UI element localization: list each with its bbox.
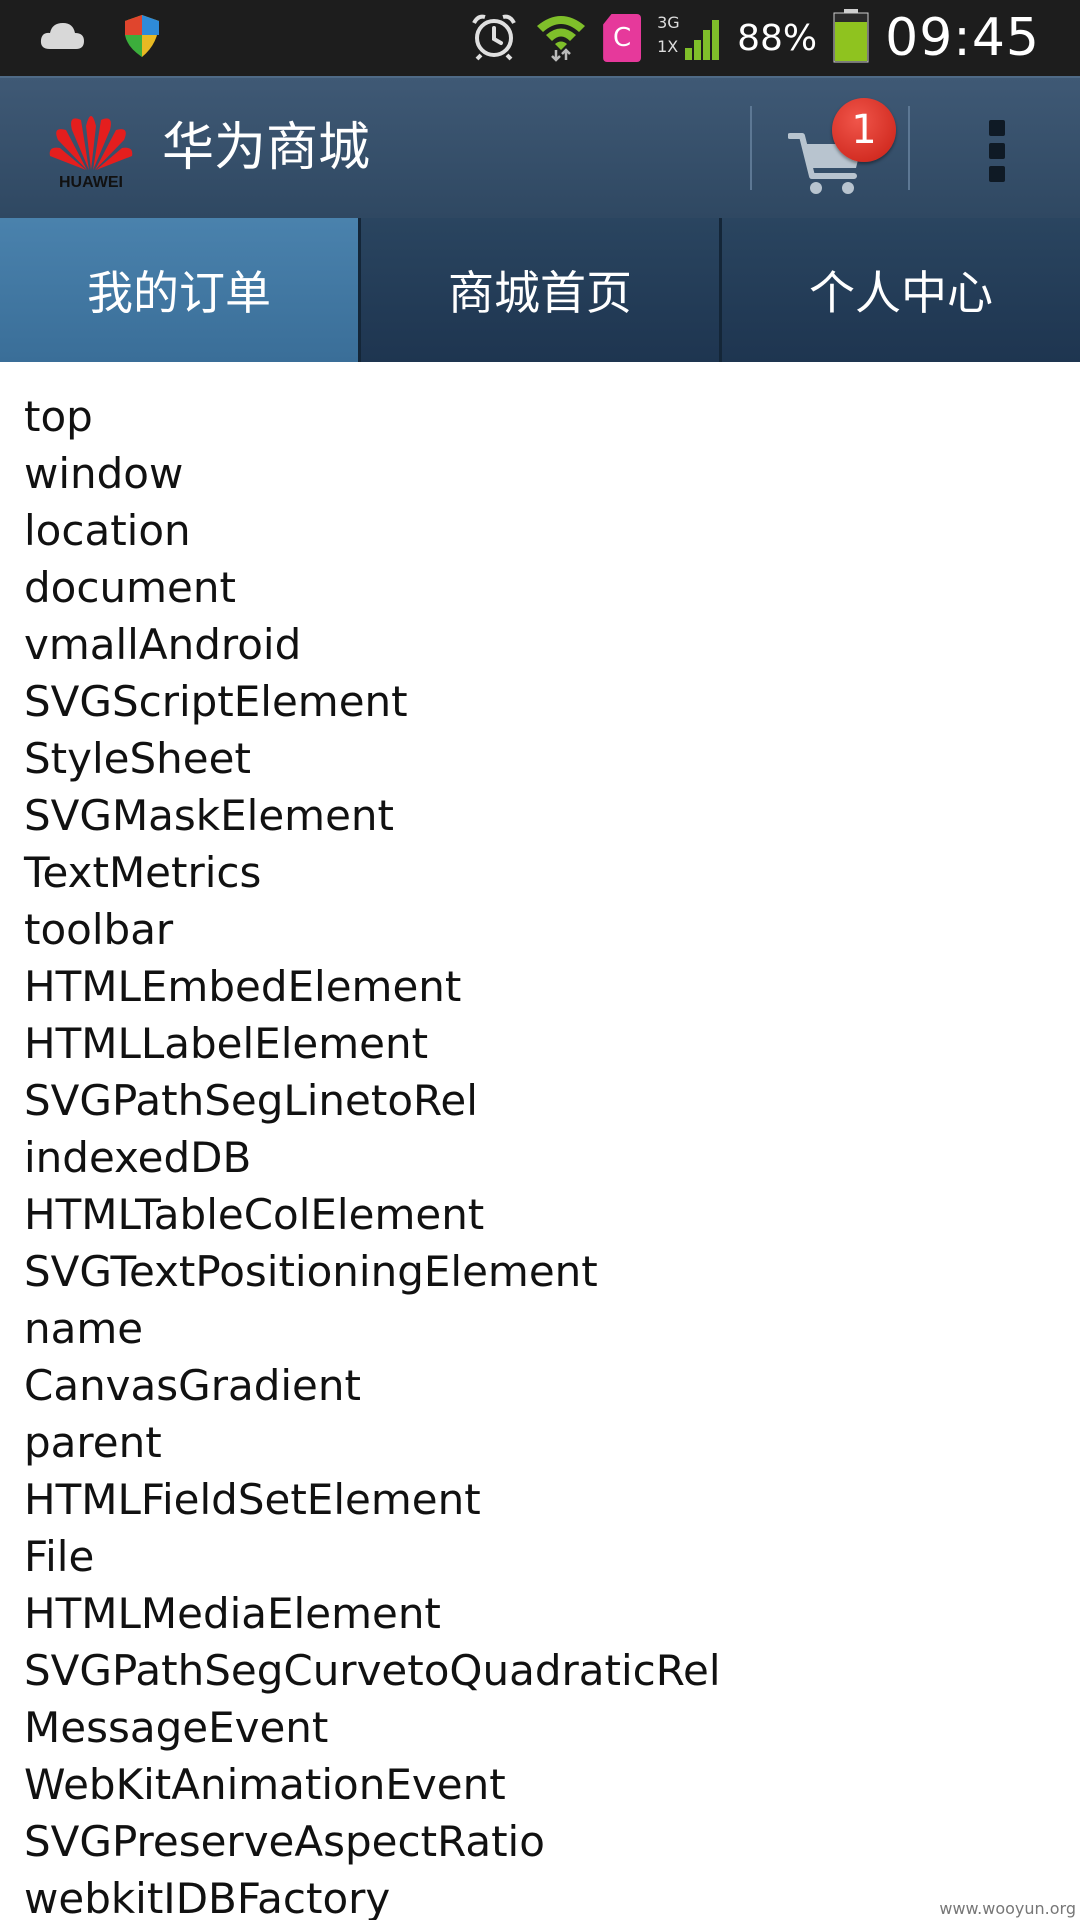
cart-badge: 1 [832, 98, 896, 162]
list-item: SVGPathSegCurvetoQuadraticRel [24, 1646, 721, 1695]
action-bar-divider [750, 106, 752, 190]
list-item: webkitIDBFactory [24, 1874, 391, 1920]
battery-percent: 88% [737, 17, 818, 59]
list-item: File [24, 1532, 95, 1581]
tab-bar: 我的订单 商城首页 个人中心 [0, 218, 1080, 362]
action-bar: HUAWEI 华为商城 1 [0, 76, 1080, 218]
list-item: vmallAndroid [24, 620, 302, 669]
tab-my-orders[interactable]: 我的订单 [0, 218, 361, 362]
list-item: HTMLEmbedElement [24, 962, 462, 1011]
list-item: CanvasGradient [24, 1361, 361, 1410]
list-item: HTMLTableColElement [24, 1190, 485, 1239]
list-item: location [24, 506, 191, 555]
overflow-dot [989, 143, 1005, 159]
list-item: HTMLFieldSetElement [24, 1475, 481, 1524]
list-item: SVGScriptElement [24, 677, 408, 726]
status-bar-right: C 3G 1X 88% 09:45 [469, 8, 1040, 68]
list-item: WebKitAnimationEvent [24, 1760, 506, 1809]
app-title: 华为商城 [162, 118, 371, 178]
overflow-dot [989, 120, 1005, 136]
list-item: SVGMaskElement [24, 791, 395, 840]
shield-icon [122, 13, 162, 63]
list-item: indexedDB [24, 1133, 252, 1182]
huawei-logo-icon[interactable]: HUAWEI [46, 104, 136, 194]
tab-mall-home[interactable]: 商城首页 [361, 218, 722, 362]
overflow-dot [989, 166, 1005, 182]
status-bar-left [38, 12, 162, 64]
list-item: top [24, 392, 93, 441]
sim-card-icon: C [603, 14, 642, 62]
list-item: SVGPathSegLinetoRel [24, 1076, 478, 1125]
cloud-icon [38, 19, 86, 57]
list-item: SVGTextPositioningElement [24, 1247, 598, 1296]
clock: 09:45 [885, 8, 1040, 68]
wifi-icon [535, 10, 587, 66]
list-item: SVGPreserveAspectRatio [24, 1817, 545, 1866]
property-list: top window location document vmallAndroid SVG… [24, 388, 721, 1920]
cart-button[interactable]: 1 [770, 98, 900, 208]
list-item: HTMLMediaElement [24, 1589, 441, 1638]
sim-label: C [613, 23, 632, 53]
status-bar: C 3G 1X 88% 09:45 [0, 0, 1080, 76]
signal-icon: 3G 1X [657, 12, 721, 64]
alarm-icon [469, 11, 519, 65]
list-item: document [24, 563, 236, 612]
overflow-menu-icon[interactable] [972, 116, 1022, 186]
list-item: window [24, 449, 184, 498]
list-item: TextMetrics [24, 848, 262, 897]
list-item: toolbar [24, 905, 174, 954]
list-item: parent [24, 1418, 162, 1467]
action-bar-divider [908, 106, 910, 190]
list-item: StyleSheet [24, 734, 251, 783]
battery-icon [833, 9, 869, 67]
list-item: MessageEvent [24, 1703, 329, 1752]
tab-personal-center[interactable]: 个人中心 [722, 218, 1080, 362]
list-item: name [24, 1304, 144, 1353]
content-area[interactable]: top window location document vmallAndroid SVG… [0, 362, 1080, 1920]
list-item: HTMLLabelElement [24, 1019, 429, 1068]
logo-text: HUAWEI [59, 174, 123, 191]
watermark: www.wooyun.org [939, 1899, 1076, 1918]
